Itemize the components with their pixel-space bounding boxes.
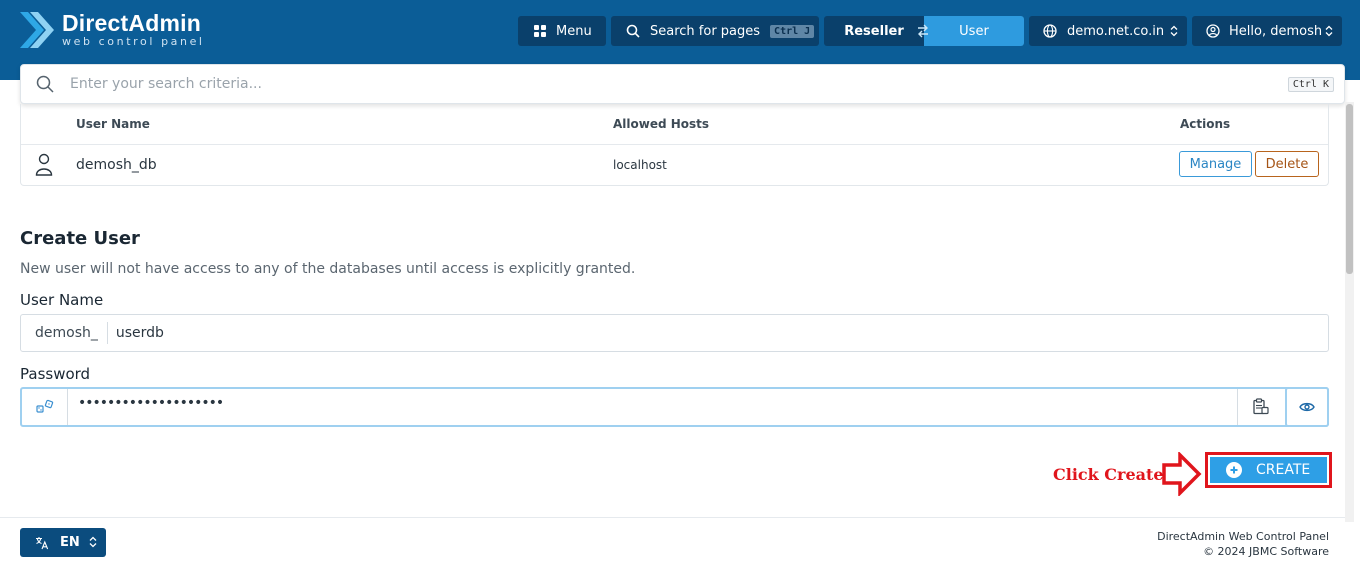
show-password-button[interactable] <box>1285 387 1329 427</box>
chevron-updown-icon <box>1325 25 1333 37</box>
clipboard-icon <box>1252 398 1269 415</box>
username-field[interactable]: demosh_ userdb <box>20 314 1329 352</box>
password-input[interactable]: •••••••••••••••••••• <box>78 395 224 411</box>
domain-selector[interactable]: demo.net.co.in <box>1029 16 1187 46</box>
menu-button[interactable]: Menu <box>518 16 606 46</box>
manage-button[interactable]: Manage <box>1179 151 1252 177</box>
chevron-updown-icon <box>1170 25 1178 37</box>
mode-reseller[interactable]: Reseller <box>824 16 924 46</box>
brand-title: DirectAdmin <box>62 10 201 36</box>
arrow-right-icon <box>1162 452 1202 496</box>
create-user-description: New user will not have access to any of … <box>20 261 636 277</box>
eye-icon <box>1299 402 1315 412</box>
reseller-user-switch[interactable]: Reseller User <box>824 16 1024 46</box>
footer-product-name: DirectAdmin Web Control Panel <box>1157 530 1329 543</box>
row-divider <box>21 144 1328 145</box>
search-shortcut-badge: Ctrl J <box>770 24 815 38</box>
page-search-button[interactable]: Search for pages Ctrl J <box>611 16 819 46</box>
username-prefix: demosh_ <box>21 322 108 344</box>
language-label: EN <box>60 535 80 550</box>
user-circle-icon <box>1206 24 1220 38</box>
password-label: Password <box>20 365 91 383</box>
delete-button[interactable]: Delete <box>1255 151 1319 177</box>
domain-label: demo.net.co.in <box>1067 23 1165 39</box>
chevron-updown-icon <box>89 536 97 548</box>
search-icon <box>36 75 54 93</box>
page-search-label: Search for pages <box>650 23 761 39</box>
password-field[interactable]: •••••••••••••••••••• <box>20 387 1329 427</box>
plus-circle-icon <box>1226 462 1242 478</box>
copy-password-button[interactable] <box>1237 389 1283 425</box>
table-cell-allowed-hosts: localhost <box>613 158 667 172</box>
table-cell-user-name: demosh_db <box>76 157 157 173</box>
globe-icon <box>1043 24 1057 38</box>
directadmin-logo[interactable]: DirectAdmin web control panel <box>18 10 205 50</box>
create-button[interactable]: CREATE <box>1210 457 1327 483</box>
global-search-input[interactable] <box>70 76 1250 92</box>
language-selector[interactable]: EN <box>20 528 106 557</box>
column-header-allowed-hosts: Allowed Hosts <box>613 117 710 131</box>
account-menu[interactable]: Hello, demosh <box>1192 16 1342 46</box>
scrollbar-thumb[interactable] <box>1346 104 1353 274</box>
username-input[interactable]: userdb <box>116 325 164 341</box>
global-search-shortcut: Ctrl K <box>1287 77 1334 92</box>
logo-chevron-icon <box>20 12 54 48</box>
database-users-table: User Name Allowed Hosts Actions demosh_d… <box>20 104 1329 186</box>
menu-label: Menu <box>556 23 592 39</box>
click-create-annotation: Click Create <box>1053 465 1164 484</box>
global-search-bar: Ctrl K <box>20 64 1345 104</box>
create-user-heading: Create User <box>20 228 140 249</box>
footer-copyright: DirectAdmin Web Control Panel © 2024 JBM… <box>1157 529 1329 559</box>
column-header-actions: Actions <box>1180 117 1231 131</box>
grid-icon <box>534 25 546 37</box>
search-icon <box>626 24 640 38</box>
greeting-label: Hello, demosh <box>1229 23 1323 39</box>
random-generate-icon <box>35 399 53 413</box>
swap-arrows-icon <box>918 24 928 38</box>
create-label: CREATE <box>1256 462 1311 478</box>
user-icon <box>35 153 53 176</box>
column-header-user-name: User Name <box>76 117 150 131</box>
footer-copyright-line: © 2024 JBMC Software <box>1203 545 1329 558</box>
translate-icon <box>36 536 49 549</box>
create-highlight-box: CREATE <box>1205 452 1332 488</box>
username-label: User Name <box>20 291 104 309</box>
brand-subtitle: web control panel <box>62 35 205 48</box>
mode-user[interactable]: User <box>924 16 1024 46</box>
footer-divider <box>0 517 1345 518</box>
generate-password-button[interactable] <box>22 389 68 425</box>
